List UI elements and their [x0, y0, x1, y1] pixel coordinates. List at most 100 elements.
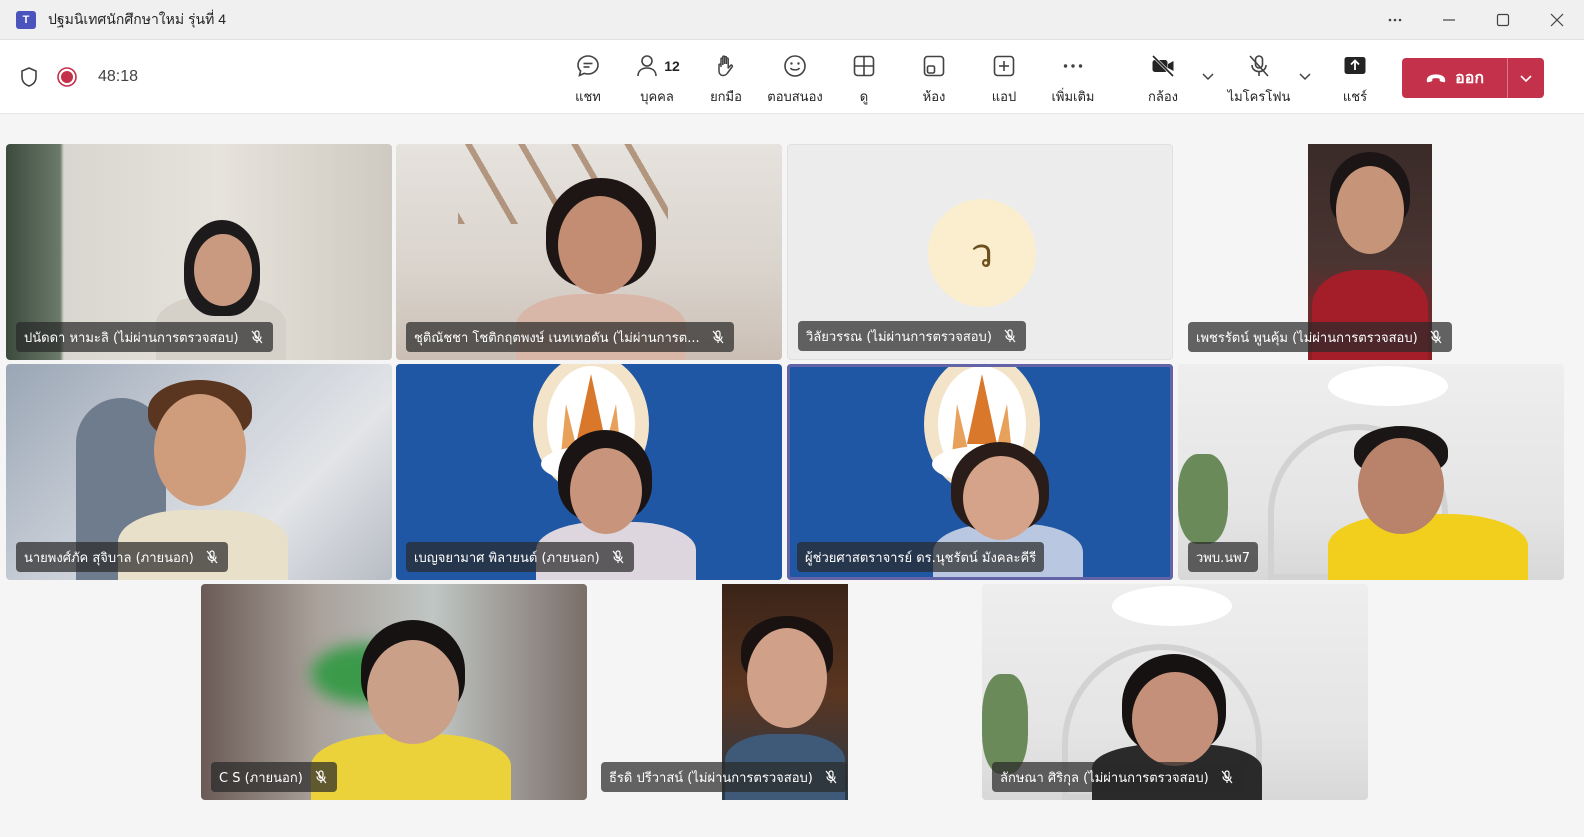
- camera-off-icon: [1151, 54, 1175, 78]
- participant-name: C S (ภายนอก): [219, 770, 303, 786]
- microphone-button[interactable]: ไมโครโฟน: [1226, 50, 1292, 108]
- video-tile[interactable]: นายพงศ์ภัค สุจิบาล (ภายนอก): [6, 364, 392, 580]
- participant-face: [1358, 438, 1444, 534]
- participant-face: [963, 456, 1039, 540]
- video-tile-active-speaker[interactable]: ผู้ช่วยศาสตราจารย์ ดร.นุชรัตน์ มังคละคีร…: [787, 364, 1173, 580]
- mic-muted-icon: [315, 770, 327, 784]
- participant-name: นายพงศ์ภัค สุจิบาล (ภายนอก): [24, 550, 194, 566]
- leave-button-group: ออก: [1402, 58, 1544, 98]
- react-button[interactable]: ตอบสนอง: [766, 50, 824, 108]
- mic-muted-icon: [825, 770, 837, 784]
- raise-hand-label: ยกมือ: [710, 90, 742, 105]
- apps-button[interactable]: แอป: [984, 50, 1024, 108]
- ceiling-light: [1112, 586, 1232, 626]
- participant-nameplate: ผู้ช่วยศาสตราจารย์ ดร.นุชรัตน์ มังคละคีร…: [797, 542, 1045, 572]
- participant-nameplate: เพชรรัตน์ พูนคุ้ม (ไม่ผ่านการตรวจสอบ): [1188, 322, 1452, 352]
- smiley-icon: [784, 55, 806, 77]
- participant-name: ลักษณา ศิริกุล (ไม่ผ่านการตรวจสอบ): [1000, 770, 1209, 786]
- more-options-icon[interactable]: [1368, 0, 1422, 40]
- hand-icon: [718, 55, 734, 77]
- video-tile[interactable]: ชุติณัชชา โชติกฤตพงษ์ เนทเทอดัน (ไม่ผ่าน…: [396, 144, 782, 360]
- mic-options-chevron-icon[interactable]: [1297, 68, 1313, 84]
- mic-muted-icon: [612, 550, 624, 564]
- people-button[interactable]: 12 บุคคล: [632, 50, 682, 108]
- plant: [982, 674, 1028, 774]
- participant-body: [1328, 514, 1528, 580]
- minimize-icon[interactable]: [1422, 0, 1476, 40]
- participant-face: [1336, 166, 1404, 254]
- close-icon[interactable]: [1530, 0, 1584, 40]
- participant-name: ชุติณัชชา โชติกฤตพงษ์ เนทเทอดัน (ไม่ผ่าน…: [414, 330, 700, 346]
- participant-nameplate: ชุติณัชชา โชติกฤตพงษ์ เนทเทอดัน (ไม่ผ่าน…: [406, 322, 734, 352]
- participant-nameplate: วพบ.นพ7: [1188, 542, 1258, 572]
- shield-icon: [21, 67, 37, 87]
- participant-nameplate: นายพงศ์ภัค สุจิบาล (ภายนอก): [16, 542, 228, 572]
- mic-muted-icon: [712, 330, 724, 344]
- camera-button[interactable]: กล้อง: [1144, 50, 1182, 108]
- participant-face: [194, 234, 252, 306]
- maximize-icon[interactable]: [1476, 0, 1530, 40]
- ceiling-light: [1328, 366, 1448, 406]
- leave-label: ออก: [1455, 67, 1485, 87]
- video-tile[interactable]: ลักษณา ศิริกุล (ไม่ผ่านการตรวจสอบ): [982, 584, 1368, 800]
- mic-muted-icon: [1430, 330, 1442, 344]
- people-icon: [637, 55, 658, 77]
- chat-label: แชท: [575, 90, 601, 105]
- participant-name: วพบ.นพ7: [1196, 550, 1250, 566]
- share-button[interactable]: แชร์: [1336, 50, 1374, 108]
- share-label: แชร์: [1342, 90, 1368, 105]
- participant-face: [154, 394, 246, 506]
- more-button[interactable]: เพิ่มเติม: [1050, 50, 1096, 108]
- participant-name: เบญจยามาศ พิลายนต์ (ภายนอก): [414, 550, 600, 566]
- breakout-rooms-button[interactable]: ห้อง: [914, 50, 954, 108]
- leave-button[interactable]: ออก: [1402, 58, 1507, 98]
- meeting-toolbar: 48:18 แชท 12 บุคคล ยกมือ ตอบสนอง ดู ห้อง…: [0, 40, 1584, 114]
- participant-nameplate: ปนัดดา หามะลิ (ไม่ผ่านการตรวจสอบ): [16, 322, 273, 352]
- rooms-label: ห้อง: [922, 90, 946, 105]
- view-button[interactable]: ดู: [846, 50, 882, 108]
- teams-logo-icon: T: [16, 10, 36, 29]
- video-tile[interactable]: เบญจยามาศ พิลายนต์ (ภายนอก): [396, 364, 782, 580]
- more-label: เพิ่มเติม: [1051, 90, 1095, 105]
- apps-label: แอป: [991, 90, 1017, 105]
- rooms-icon: [923, 55, 945, 77]
- participant-name: วิลัยวรรณ (ไม่ผ่านการตรวจสอบ): [806, 329, 992, 345]
- window-controls: [1368, 0, 1584, 40]
- grid-view-icon: [853, 55, 875, 77]
- mic-muted-icon: [206, 550, 218, 564]
- react-label: ตอบสนอง: [767, 90, 823, 105]
- participant-nameplate: ธีรดิ ปรีวาสน์ (ไม่ผ่านการตรวจสอบ): [601, 762, 847, 792]
- camera-label: กล้อง: [1148, 90, 1178, 105]
- add-app-icon: [993, 55, 1015, 77]
- mic-muted-icon: [1221, 770, 1233, 784]
- video-tile[interactable]: ธีรดิ ปรีวาสน์ (ไม่ผ่านการตรวจสอบ): [591, 584, 977, 800]
- video-tile[interactable]: ว วิลัยวรรณ (ไม่ผ่านการตรวจสอบ): [787, 144, 1173, 360]
- chat-button[interactable]: แชท: [568, 50, 608, 108]
- people-label: บุคคล: [640, 90, 674, 105]
- meeting-timer: 48:18: [98, 68, 139, 85]
- hang-up-icon: [1427, 74, 1446, 83]
- participant-face: [367, 640, 459, 744]
- raise-hand-button[interactable]: ยกมือ: [706, 50, 746, 108]
- participant-avatar: ว: [928, 199, 1036, 307]
- meeting-status: 48:18: [18, 40, 138, 114]
- camera-options-chevron-icon[interactable]: [1200, 68, 1216, 84]
- video-tile[interactable]: วพบ.นพ7: [1178, 364, 1564, 580]
- microphone-label: ไมโครโฟน: [1227, 90, 1291, 105]
- video-tile[interactable]: C S (ภายนอก): [201, 584, 587, 800]
- participant-name: ผู้ช่วยศาสตราจารย์ ดร.นุชรัตน์ มังคละคีร…: [805, 550, 1037, 566]
- chat-icon: [577, 55, 599, 77]
- more-icon: [1063, 64, 1083, 68]
- mic-muted-icon: [251, 330, 262, 344]
- participant-nameplate: วิลัยวรรณ (ไม่ผ่านการตรวจสอบ): [798, 321, 1026, 351]
- video-tile[interactable]: เพชรรัตน์ พูนคุ้ม (ไม่ผ่านการตรวจสอบ): [1178, 144, 1564, 360]
- video-tile[interactable]: ปนัดดา หามะลิ (ไม่ผ่านการตรวจสอบ): [6, 144, 392, 360]
- participant-face: [558, 196, 642, 294]
- plant: [1178, 454, 1228, 544]
- view-label: ดู: [859, 90, 869, 105]
- leave-options-chevron-icon[interactable]: [1508, 58, 1544, 98]
- title-bar: T ปฐมนิเทศนักศึกษาใหม่ รุ่นที่ 4: [0, 0, 1584, 40]
- mic-muted-icon: [1004, 329, 1016, 343]
- participant-name: เพชรรัตน์ พูนคุ้ม (ไม่ผ่านการตรวจสอบ): [1196, 330, 1418, 346]
- participant-face: [747, 628, 827, 728]
